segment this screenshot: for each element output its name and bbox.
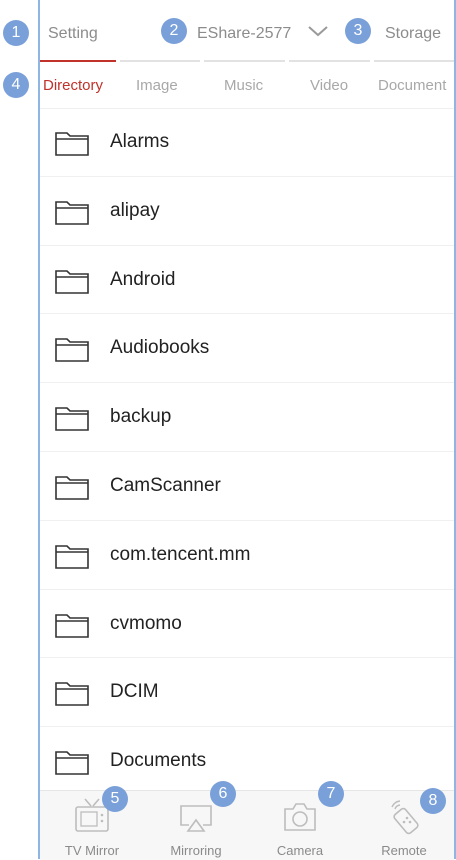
list-item[interactable]: com.tencent.mm [40,521,454,590]
tab-document[interactable]: Document [378,77,446,94]
folder-icon [55,476,89,500]
list-item[interactable]: Alarms [40,108,454,177]
annotation-badge-2: 2 [161,18,187,44]
folder-name: alipay [110,199,160,221]
folder-icon [55,269,89,294]
folder-icon [55,132,89,156]
folder-name: CamScanner [110,474,221,496]
list-item[interactable]: cvmomo [40,590,454,659]
tab-directory[interactable]: Directory [43,77,103,94]
annotation-badge-1: 1 [3,20,29,46]
category-tabs: Directory Image Music Video Document [40,62,454,108]
tab-video[interactable]: Video [310,77,348,94]
list-item[interactable]: CamScanner [40,452,454,521]
nav-label: Mirroring [170,843,222,858]
folder-name: Audiobooks [110,337,210,359]
nav-label: Camera [276,843,324,858]
folder-icon [55,407,89,431]
setting-tab[interactable]: Setting [48,25,98,43]
nav-label: TV Mirror [64,843,120,858]
folder-icon [55,544,89,569]
annotation-badge-5: 5 [102,786,128,812]
folder-name: cvmomo [110,612,182,634]
folder-icon [55,613,89,638]
annotation-badge-7: 7 [318,781,344,807]
tab-image[interactable]: Image [136,77,178,94]
folder-list: Alarms alipay Android Audiobooks backup … [40,108,454,796]
folder-name: DCIM [110,681,159,703]
folder-name: backup [110,406,172,428]
nav-tv-mirror[interactable]: TV Mirror [40,791,144,860]
folder-name: Documents [110,750,207,772]
list-item[interactable]: Documents [40,727,454,796]
folder-name: com.tencent.mm [110,543,251,565]
annotation-badge-6: 6 [210,781,236,807]
annotation-badge-3: 3 [345,18,371,44]
camera-icon [284,803,316,831]
annotation-badge-4: 4 [3,72,29,98]
tab-music[interactable]: Music [224,77,263,94]
mirroring-icon [180,805,212,832]
list-item[interactable]: Audiobooks [40,314,454,384]
folder-name: Alarms [110,131,170,152]
folder-icon [55,200,89,225]
folder-icon [55,338,89,363]
list-item[interactable]: backup [40,383,454,452]
annotation-badge-8: 8 [420,788,446,814]
list-item[interactable]: Android [40,246,454,315]
folder-icon [55,682,89,707]
top-bar: Setting EShare-2577 Storage [40,0,454,62]
list-item[interactable]: DCIM [40,658,454,728]
list-item[interactable]: alipay [40,177,454,246]
storage-tab[interactable]: Storage [385,25,441,43]
device-selector[interactable]: EShare-2577 [197,25,291,43]
folder-icon [55,751,89,775]
chevron-down-icon[interactable] [307,24,329,38]
folder-name: Android [110,268,176,290]
nav-label: Remote [381,843,427,858]
remote-icon [391,800,419,835]
